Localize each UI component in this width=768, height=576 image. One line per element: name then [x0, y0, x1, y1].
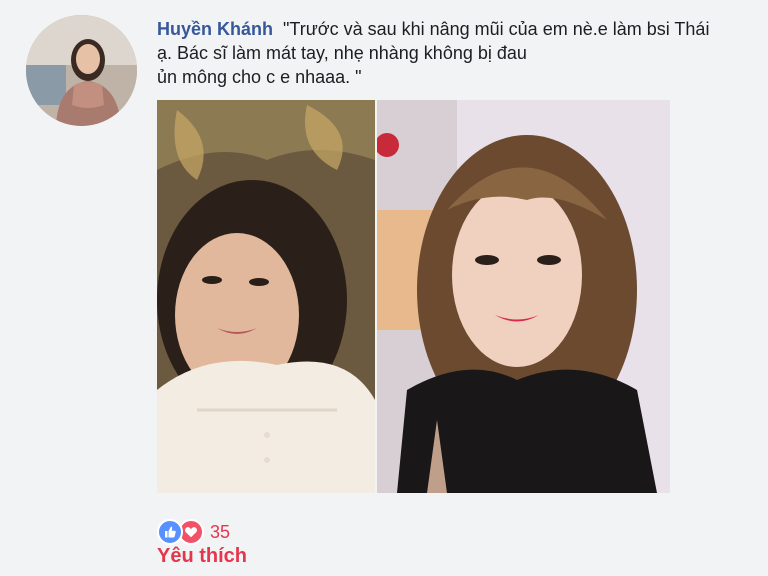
comment-line-1: Huyền Khánh "Trước và sau khi nâng mũi củ… — [157, 17, 747, 41]
comment-line-3: ủn mông cho c e nhaaa. " — [157, 67, 362, 87]
like-icon — [157, 519, 183, 545]
author-name[interactable]: Huyền Khánh — [157, 19, 273, 39]
comment-text-1: "Trước và sau khi nâng mũi của em nè.e l… — [283, 19, 710, 39]
comment-line-2: ạ. Bác sĩ làm mát tay, nhẹ nhàng không b… — [157, 43, 527, 63]
author-avatar[interactable] — [26, 15, 137, 126]
comment-body: Huyền Khánh "Trước và sau khi nâng mũi củ… — [157, 17, 747, 89]
reaction-label[interactable]: Yêu thích — [157, 545, 247, 568]
before-photo[interactable] — [157, 100, 375, 493]
reaction-count: 35 — [210, 521, 231, 542]
reaction-summary[interactable]: 35 — [157, 519, 231, 545]
after-photo[interactable] — [377, 100, 670, 493]
